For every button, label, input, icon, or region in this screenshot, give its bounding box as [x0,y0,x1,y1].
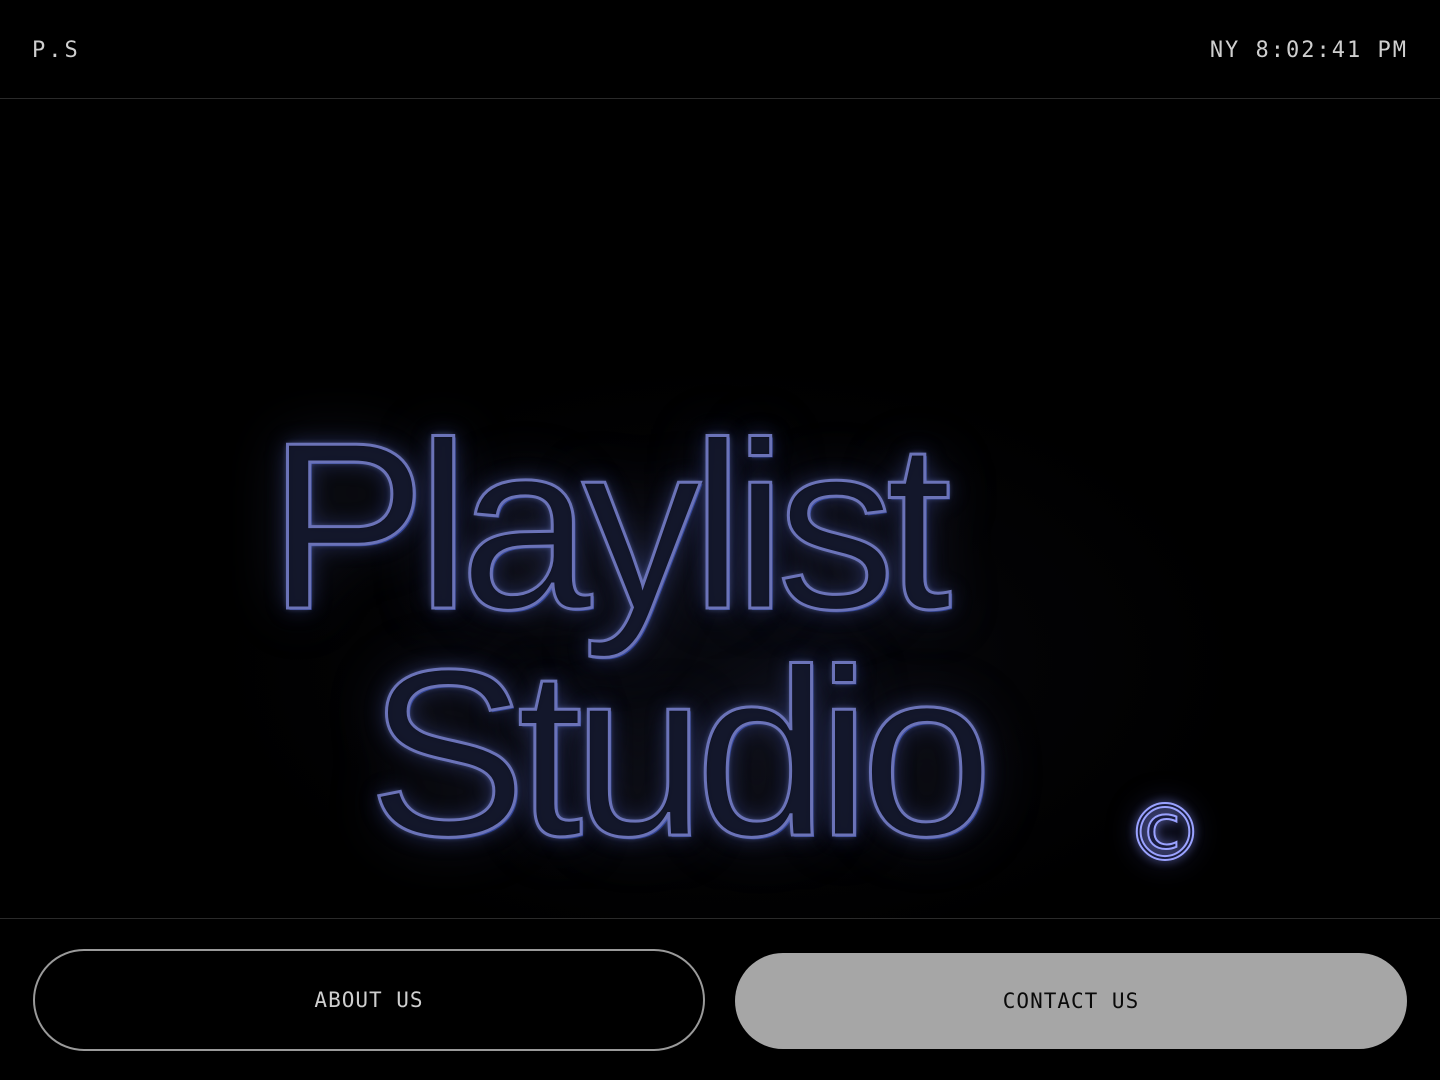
clock-readout: NY 8:02:41 PM [1209,38,1408,63]
page: P.S NY 8:02:41 PM Playlist Studio © ABOU… [0,0,1440,1080]
logo[interactable]: P.S [32,38,81,63]
about-us-button[interactable]: ABOUT US [33,949,705,1051]
hero-title-line-1: Playlist [267,394,954,659]
copyright-icon: © [1125,789,1205,879]
bottom-bar: ABOUT US CONTACT US [0,918,1440,1080]
top-bar: P.S NY 8:02:41 PM [0,0,1440,99]
hero-section: Playlist Studio © [0,100,1440,918]
hero-title-line-2: Studio [367,621,995,886]
contact-us-button[interactable]: CONTACT US [735,953,1407,1049]
